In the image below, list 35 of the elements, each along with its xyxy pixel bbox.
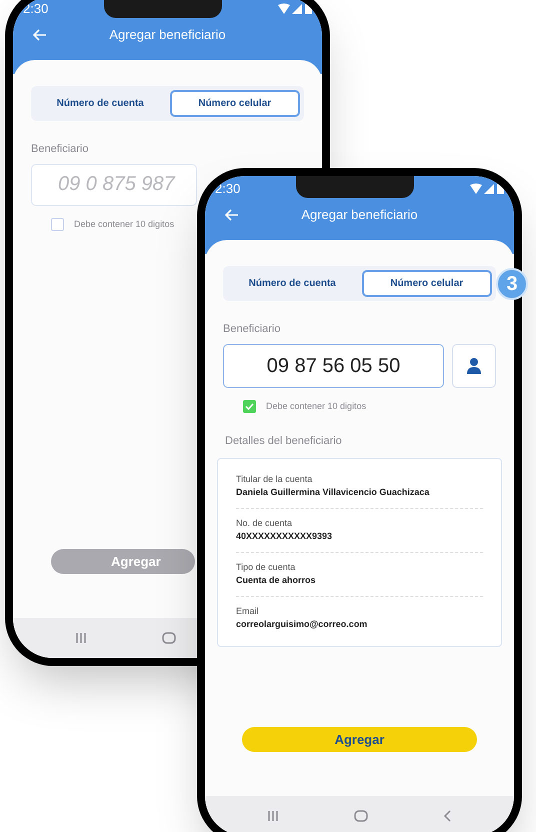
screen-title: Agregar beneficiario xyxy=(108,26,227,44)
detail-label: Email xyxy=(236,604,260,618)
screen-title: Agregar beneficiario xyxy=(300,206,419,224)
detail-value: 40XXXXXXXXXXX9393 xyxy=(236,530,334,543)
phone-number-field[interactable]: 09 0 875 987 xyxy=(31,164,197,206)
contacts-button[interactable] xyxy=(452,344,496,388)
detail-value: correolarguisimo@correo.com xyxy=(236,618,368,631)
back-arrow-icon[interactable] xyxy=(225,209,239,221)
person-icon xyxy=(466,356,482,374)
checkbox[interactable] xyxy=(243,400,256,413)
recents-icon[interactable] xyxy=(74,632,86,644)
tab[interactable]: Número de cuenta xyxy=(227,270,358,297)
validation-hint: Debe contener 10 digitos xyxy=(266,400,366,413)
detail-value: Daniela Guillermina Villavicencio Guachizaca xyxy=(236,486,430,499)
back-icon[interactable] xyxy=(442,810,452,822)
validation-hint: Debe contener 10 digitos xyxy=(74,218,174,231)
back-arrow-icon[interactable] xyxy=(33,29,47,41)
home-icon[interactable] xyxy=(162,632,176,644)
tab[interactable]: Número de cuenta xyxy=(35,90,166,117)
detail-label: No. de cuenta xyxy=(236,516,294,530)
field-label: Beneficiario xyxy=(31,142,90,157)
signal-icon xyxy=(470,183,504,195)
tab[interactable]: Número celular xyxy=(170,90,300,117)
detail-value: Cuenta de ahorros xyxy=(236,574,317,587)
recents-icon[interactable] xyxy=(266,810,278,822)
home-icon[interactable] xyxy=(354,810,368,822)
phone-number-field[interactable]: 09 87 56 05 50 xyxy=(223,344,444,388)
add-button[interactable]: Agregar xyxy=(242,727,477,752)
field-label: Beneficiario xyxy=(223,322,282,337)
tab[interactable]: Número celular xyxy=(362,270,492,297)
detail-label: Titular de la cuenta xyxy=(236,472,314,486)
detail-label: Tipo de cuenta xyxy=(236,560,296,574)
signal-icon xyxy=(278,3,312,15)
checkbox[interactable] xyxy=(51,218,64,231)
section-title: Detalles del beneficiario xyxy=(224,434,343,449)
